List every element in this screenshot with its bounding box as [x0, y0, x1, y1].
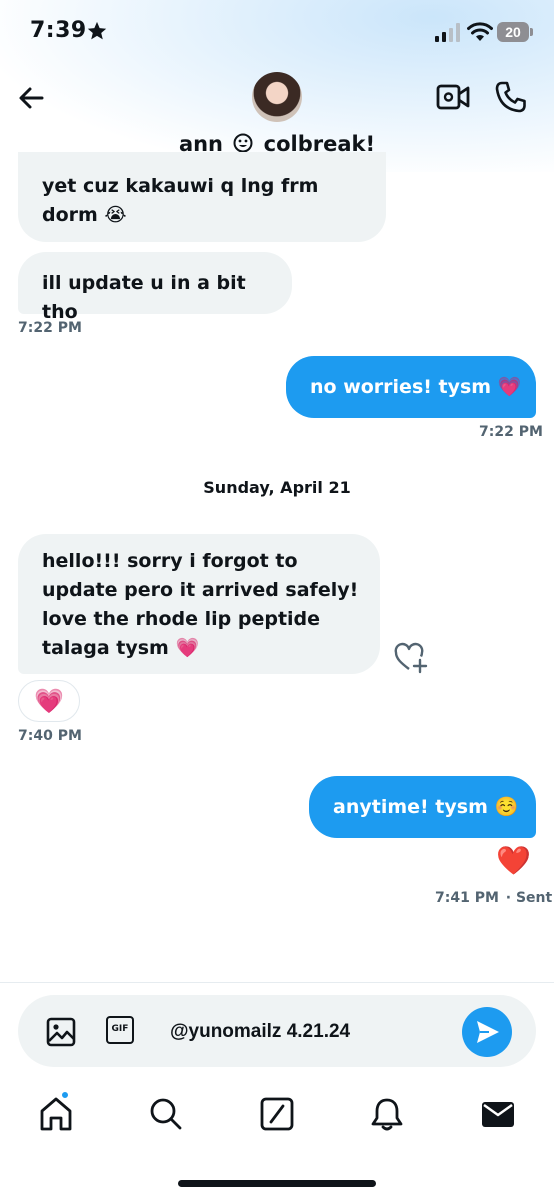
messages-icon[interactable]: [478, 1094, 518, 1134]
status-time: 7:39: [30, 18, 87, 43]
message-text: ill update u in a bit tho: [42, 272, 246, 323]
message-timestamp: 7:22 PM: [18, 320, 82, 336]
send-button[interactable]: [462, 1007, 512, 1057]
message-input[interactable]: [170, 1017, 450, 1047]
phone-icon[interactable]: [494, 80, 528, 114]
timestamp-time: 7:41 PM: [435, 890, 499, 906]
compose-icon[interactable]: [257, 1094, 297, 1134]
wifi-icon: [467, 22, 493, 41]
reaction-emoji[interactable]: ❤️: [496, 846, 531, 876]
home-indicator: [178, 1180, 376, 1187]
notification-dot: [60, 1090, 70, 1100]
message-bubble-incoming[interactable]: yet cuz kakauwi q lng frm dorm 😭: [18, 152, 386, 242]
message-text: hello!!! sorry i forgot to update pero i…: [42, 550, 359, 659]
message-timestamp: 7:40 PM: [18, 728, 82, 744]
avatar[interactable]: [252, 72, 302, 122]
message-bubble-incoming[interactable]: ill update u in a bit tho: [18, 252, 292, 323]
home-icon[interactable]: [36, 1094, 76, 1134]
battery-tip: [530, 28, 533, 36]
reaction-pill[interactable]: 💗: [18, 680, 80, 722]
search-icon[interactable]: [146, 1094, 186, 1134]
battery-level: 20: [497, 22, 529, 42]
battery-indicator: 20: [497, 22, 533, 42]
composer-bar: GIF: [0, 982, 554, 1080]
reaction-emoji: 💗: [34, 687, 64, 715]
send-icon: [477, 1021, 499, 1043]
bottom-nav: [0, 1080, 554, 1200]
message-text: no worries! tysm 💗: [310, 376, 522, 398]
back-arrow-icon[interactable]: [14, 80, 50, 116]
delivery-status: · Sent: [505, 890, 553, 906]
star-icon: [87, 21, 107, 40]
add-reaction-icon[interactable]: [394, 642, 428, 674]
signal-icon: [435, 23, 460, 42]
message-text: yet cuz kakauwi q lng frm dorm 😭: [42, 175, 319, 226]
message-bubble-incoming[interactable]: hello!!! sorry i forgot to update pero i…: [18, 534, 380, 674]
message-bubble-outgoing[interactable]: anytime! tysm ☺️: [309, 776, 536, 838]
video-call-icon[interactable]: [436, 82, 470, 112]
message-timestamp: 7:22 PM: [479, 424, 543, 440]
gif-button[interactable]: GIF: [106, 1016, 134, 1044]
message-text: anytime! tysm ☺️: [333, 796, 519, 818]
smile-icon: [233, 133, 253, 153]
message-bubble-outgoing[interactable]: no worries! tysm 💗: [286, 356, 536, 418]
message-timestamp: 7:41 PM · Sent: [435, 890, 552, 906]
date-separator: Sunday, April 21: [203, 478, 351, 497]
status-bar: 7:39 20: [0, 0, 554, 70]
composer: GIF: [18, 995, 536, 1067]
notifications-icon[interactable]: [367, 1094, 407, 1134]
image-icon[interactable]: [46, 1017, 76, 1047]
